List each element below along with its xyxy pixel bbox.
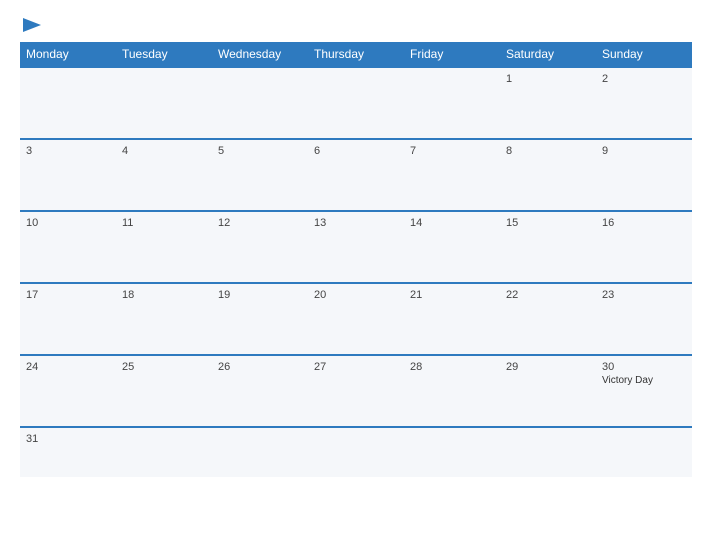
day-number: 12 <box>218 217 302 229</box>
calendar-cell <box>500 427 596 477</box>
calendar-cell: 23 <box>596 283 692 355</box>
day-number: 8 <box>506 145 590 157</box>
calendar-cell <box>116 427 212 477</box>
col-header-tuesday: Tuesday <box>116 42 212 67</box>
day-number: 2 <box>602 73 686 85</box>
day-number: 5 <box>218 145 302 157</box>
day-number: 26 <box>218 361 302 373</box>
calendar-cell: 6 <box>308 139 404 211</box>
day-number: 17 <box>26 289 110 301</box>
calendar-cell: 28 <box>404 355 500 427</box>
logo <box>20 18 41 32</box>
col-header-thursday: Thursday <box>308 42 404 67</box>
calendar-cell <box>308 427 404 477</box>
logo-flag-icon <box>23 18 41 32</box>
day-number: 28 <box>410 361 494 373</box>
calendar-cell: 5 <box>212 139 308 211</box>
calendar-week-row: 10 11 12 13 14 15 16 <box>20 211 692 283</box>
calendar-cell: 27 <box>308 355 404 427</box>
calendar-header <box>20 18 692 32</box>
calendar-cell <box>596 427 692 477</box>
day-number: 11 <box>122 217 206 229</box>
day-number: 30 <box>602 361 686 373</box>
day-number: 21 <box>410 289 494 301</box>
calendar-cell: 21 <box>404 283 500 355</box>
calendar-cell: 8 <box>500 139 596 211</box>
calendar-cell: 18 <box>116 283 212 355</box>
day-number: 23 <box>602 289 686 301</box>
day-number: 3 <box>26 145 110 157</box>
calendar-cell: 13 <box>308 211 404 283</box>
calendar-week-row: 17 18 19 20 21 22 23 <box>20 283 692 355</box>
calendar-cell: 10 <box>20 211 116 283</box>
col-header-wednesday: Wednesday <box>212 42 308 67</box>
calendar-week-row: 31 <box>20 427 692 477</box>
calendar-week-row: 12 <box>20 67 692 139</box>
col-header-friday: Friday <box>404 42 500 67</box>
day-number: 18 <box>122 289 206 301</box>
day-number: 25 <box>122 361 206 373</box>
calendar-week-row: 24 25 26 27 28 29 30 Victory Day <box>20 355 692 427</box>
calendar-week-row: 3456789 <box>20 139 692 211</box>
calendar-cell: 14 <box>404 211 500 283</box>
calendar-cell: 12 <box>212 211 308 283</box>
day-number: 15 <box>506 217 590 229</box>
calendar-cell: 9 <box>596 139 692 211</box>
calendar-cell <box>404 427 500 477</box>
day-number: 20 <box>314 289 398 301</box>
calendar-cell: 2 <box>596 67 692 139</box>
day-number: 1 <box>506 73 590 85</box>
day-number: 13 <box>314 217 398 229</box>
calendar-cell <box>212 67 308 139</box>
calendar-cell <box>20 67 116 139</box>
calendar-cell: 22 <box>500 283 596 355</box>
calendar-cell: 19 <box>212 283 308 355</box>
day-number: 14 <box>410 217 494 229</box>
day-number: 27 <box>314 361 398 373</box>
col-header-monday: Monday <box>20 42 116 67</box>
day-number: 6 <box>314 145 398 157</box>
logo-blue-text <box>20 18 41 32</box>
day-number: 31 <box>26 433 110 445</box>
col-header-saturday: Saturday <box>500 42 596 67</box>
calendar-cell: 26 <box>212 355 308 427</box>
calendar-cell: 29 <box>500 355 596 427</box>
calendar-cell: 3 <box>20 139 116 211</box>
day-number: 7 <box>410 145 494 157</box>
calendar-header-row: MondayTuesdayWednesdayThursdayFridaySatu… <box>20 42 692 67</box>
calendar-table: MondayTuesdayWednesdayThursdayFridaySatu… <box>20 42 692 477</box>
day-number: 29 <box>506 361 590 373</box>
calendar-cell: 7 <box>404 139 500 211</box>
calendar-cell: 24 <box>20 355 116 427</box>
calendar-cell <box>404 67 500 139</box>
col-header-sunday: Sunday <box>596 42 692 67</box>
day-number: 10 <box>26 217 110 229</box>
holiday-label: Victory Day <box>602 375 686 386</box>
calendar-cell <box>308 67 404 139</box>
day-number: 24 <box>26 361 110 373</box>
calendar-page: MondayTuesdayWednesdayThursdayFridaySatu… <box>0 0 712 550</box>
calendar-cell: 25 <box>116 355 212 427</box>
calendar-cell: 11 <box>116 211 212 283</box>
day-number: 9 <box>602 145 686 157</box>
calendar-cell: 1 <box>500 67 596 139</box>
calendar-cell: 15 <box>500 211 596 283</box>
calendar-cell: 4 <box>116 139 212 211</box>
calendar-cell: 31 <box>20 427 116 477</box>
day-number: 22 <box>506 289 590 301</box>
day-number: 16 <box>602 217 686 229</box>
calendar-cell: 17 <box>20 283 116 355</box>
calendar-cell: 16 <box>596 211 692 283</box>
calendar-cell: 30 Victory Day <box>596 355 692 427</box>
calendar-cell <box>116 67 212 139</box>
calendar-cell <box>212 427 308 477</box>
day-number: 19 <box>218 289 302 301</box>
calendar-cell: 20 <box>308 283 404 355</box>
day-number: 4 <box>122 145 206 157</box>
